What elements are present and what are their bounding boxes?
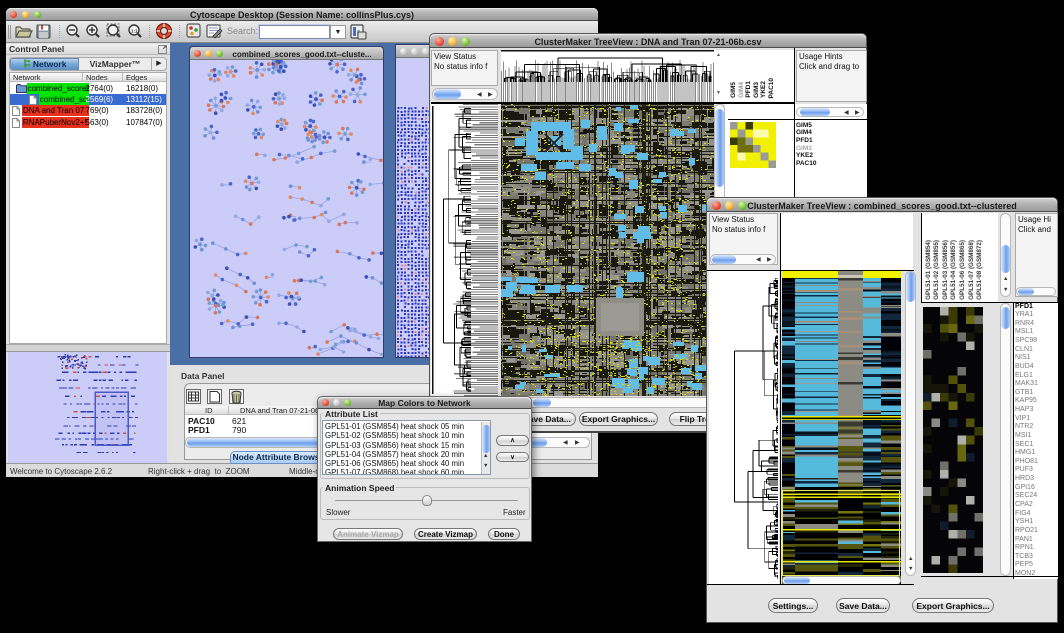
svg-text:1:1: 1:1 bbox=[131, 29, 138, 34]
svg-text:Search:: Search: bbox=[227, 26, 258, 36]
